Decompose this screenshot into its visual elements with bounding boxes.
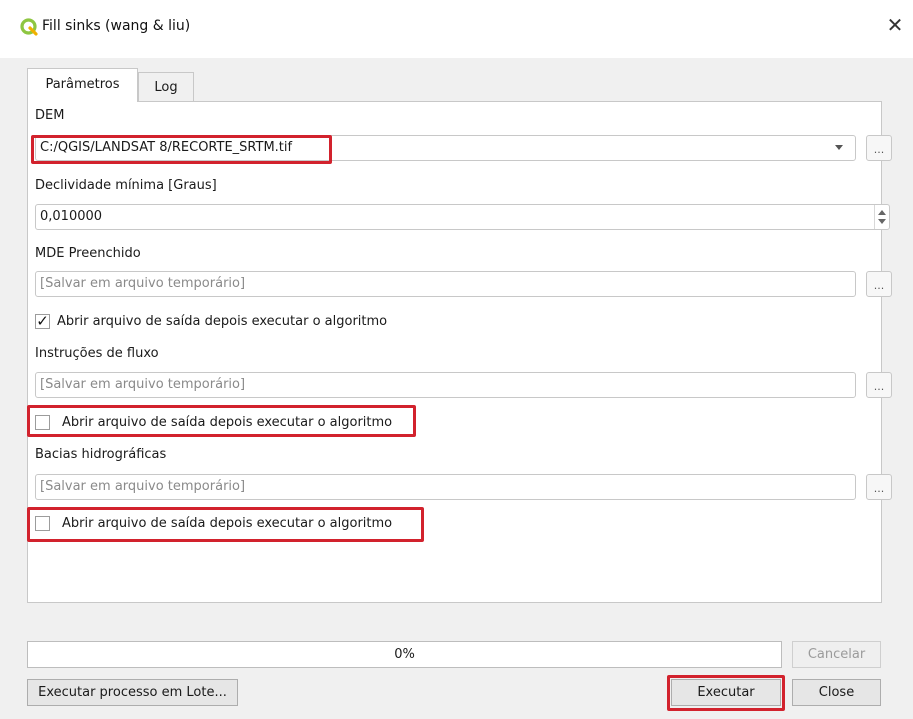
bacias-label: Bacias hidrográficas xyxy=(35,447,167,462)
qgis-logo-icon xyxy=(20,18,38,36)
chevron-down-icon[interactable] xyxy=(835,145,843,150)
progress-bar: 0% xyxy=(27,641,782,668)
tab-parametros[interactable]: Parâmetros xyxy=(27,68,138,102)
progress-text: 0% xyxy=(394,647,415,662)
bacias-browse-button[interactable]: ... xyxy=(866,474,892,500)
fluxo-label: Instruções de fluxo xyxy=(35,346,159,361)
window-title: Fill sinks (wang & liu) xyxy=(42,18,191,34)
cancel-button[interactable]: Cancelar xyxy=(792,641,881,668)
bacias-open-label[interactable]: Abrir arquivo de saída depois executar o… xyxy=(62,516,392,531)
fluxo-output-field[interactable]: [Salvar em arquivo temporário] xyxy=(35,372,856,398)
fluxo-placeholder: [Salvar em arquivo temporário] xyxy=(40,377,246,392)
mde-open-label[interactable]: Abrir arquivo de saída depois executar o… xyxy=(57,314,387,329)
fluxo-open-label[interactable]: Abrir arquivo de saída depois executar o… xyxy=(62,415,392,430)
fluxo-open-checkbox[interactable] xyxy=(35,415,50,430)
spin-down-icon[interactable] xyxy=(878,219,886,224)
mde-label: MDE Preenchido xyxy=(35,246,141,261)
close-icon[interactable]: ✕ xyxy=(884,14,906,36)
declividade-label: Declividade mínima [Graus] xyxy=(35,178,217,193)
bacias-open-checkbox[interactable] xyxy=(35,516,50,531)
tab-log[interactable]: Log xyxy=(138,72,194,103)
mde-output-field[interactable]: [Salvar em arquivo temporário] xyxy=(35,271,856,297)
spin-up-icon[interactable] xyxy=(878,210,886,215)
fluxo-browse-button[interactable]: ... xyxy=(866,372,892,398)
close-button[interactable]: Close xyxy=(792,679,881,706)
dem-select[interactable]: C:/QGIS/LANDSAT 8/RECORTE_SRTM.tif xyxy=(35,135,856,161)
bacias-placeholder: [Salvar em arquivo temporário] xyxy=(40,479,246,494)
dem-value: C:/QGIS/LANDSAT 8/RECORTE_SRTM.tif xyxy=(40,140,293,155)
checkmark-icon: ✓ xyxy=(36,312,49,330)
run-button[interactable]: Executar xyxy=(671,679,781,706)
dem-browse-button[interactable]: ... xyxy=(866,135,892,161)
declividade-spinbox[interactable]: 0,010000 xyxy=(35,204,890,230)
spinbox-arrows-icon[interactable] xyxy=(874,205,888,229)
mde-open-checkbox[interactable]: ✓ xyxy=(35,314,50,329)
declividade-value: 0,010000 xyxy=(40,209,103,224)
mde-browse-button[interactable]: ... xyxy=(866,271,892,297)
dem-label: DEM xyxy=(35,108,65,123)
batch-process-button[interactable]: Executar processo em Lote... xyxy=(27,679,238,706)
mde-placeholder: [Salvar em arquivo temporário] xyxy=(40,276,246,291)
bacias-output-field[interactable]: [Salvar em arquivo temporário] xyxy=(35,474,856,500)
